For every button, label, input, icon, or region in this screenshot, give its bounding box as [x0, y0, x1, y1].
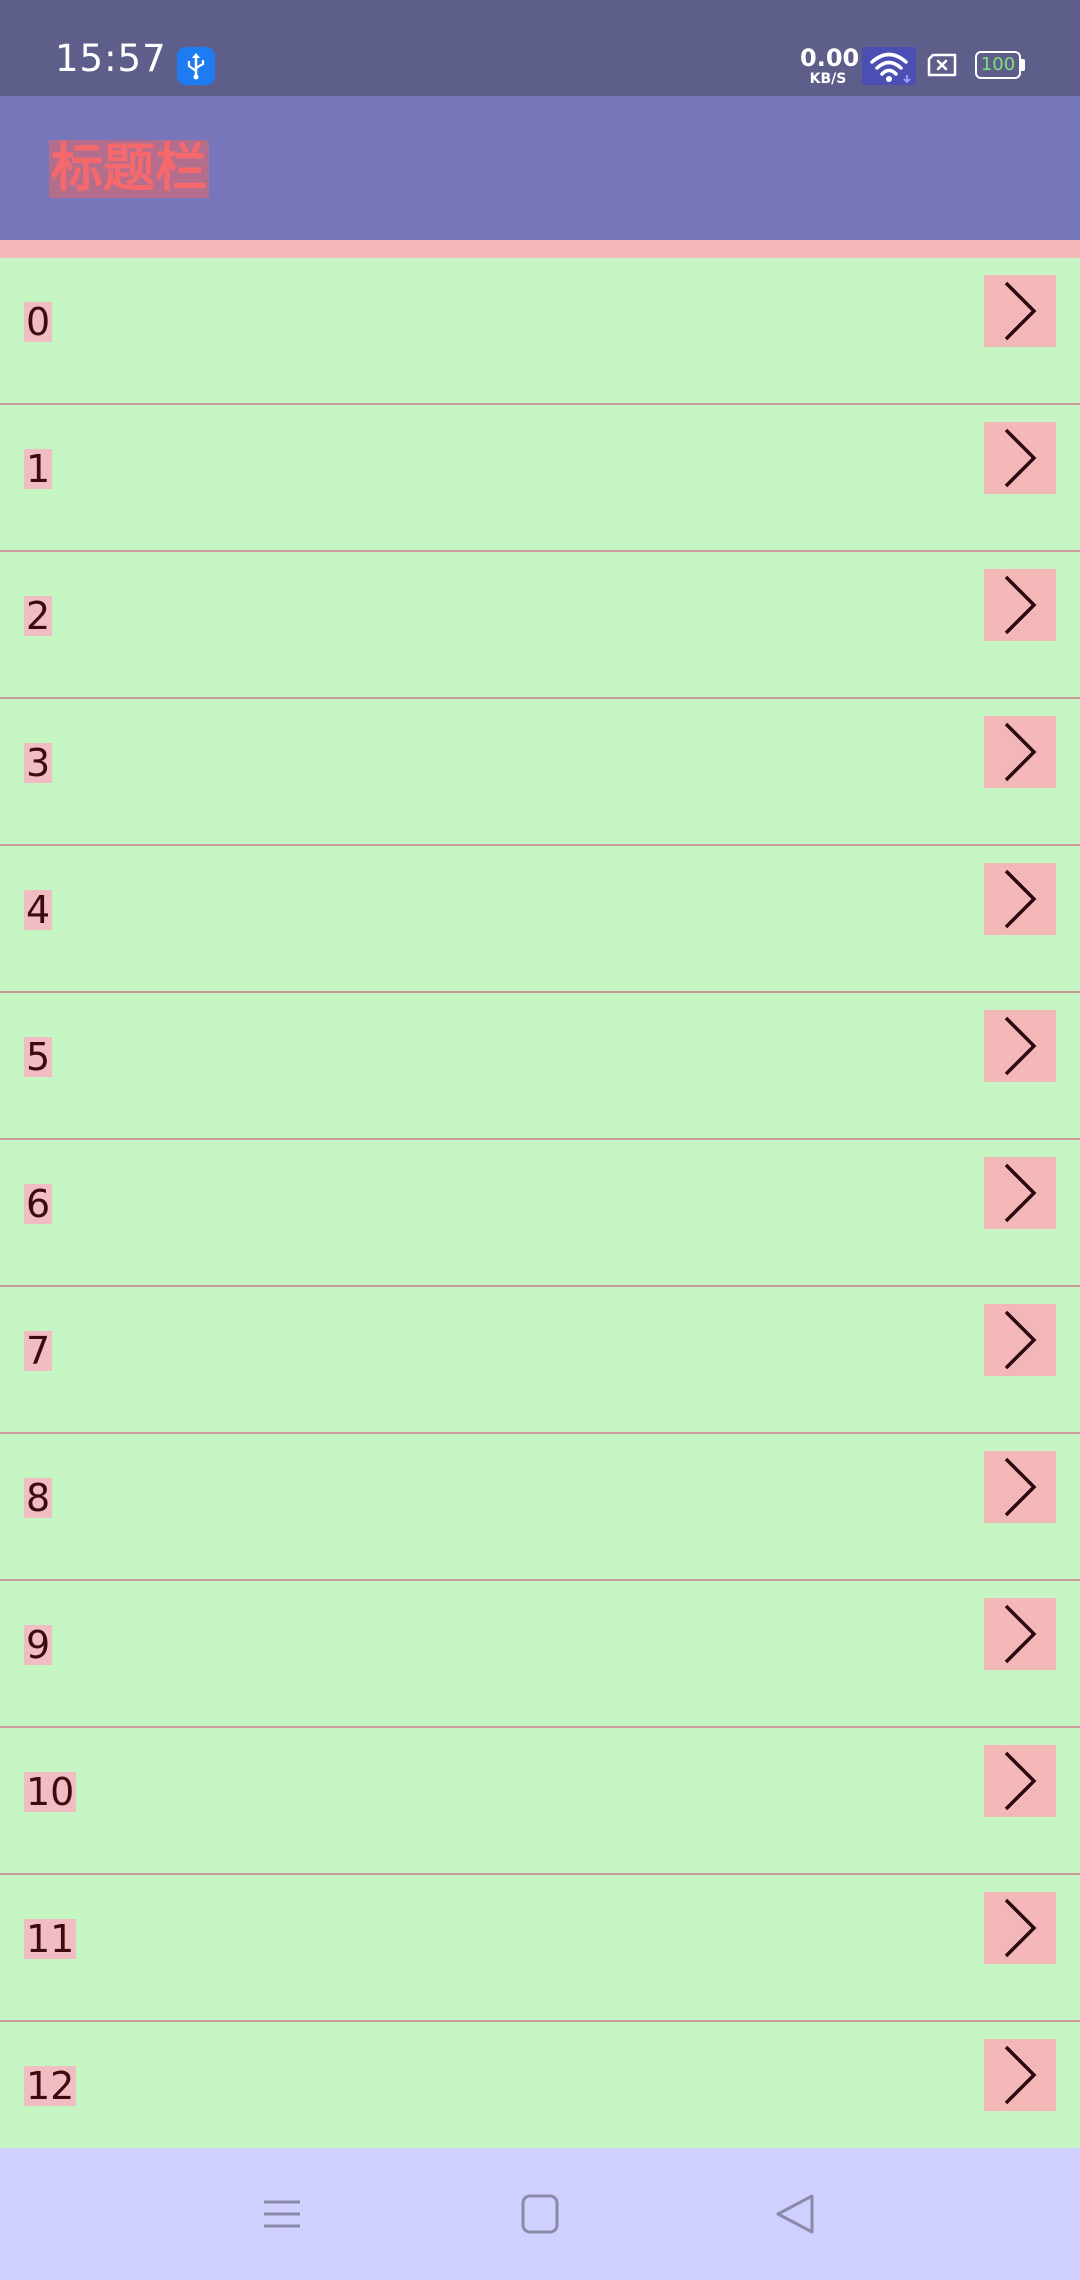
battery-tip — [1021, 59, 1025, 71]
chevron-right-button[interactable] — [984, 275, 1056, 347]
list-item[interactable]: 7 — [0, 1287, 1080, 1434]
usb-icon — [177, 47, 215, 85]
chevron-right-icon — [1004, 1457, 1037, 1517]
wifi-icon — [862, 47, 916, 85]
chevron-right-button[interactable] — [984, 716, 1056, 788]
list-item[interactable]: 9 — [0, 1581, 1080, 1728]
chevron-right-icon — [1004, 1310, 1037, 1370]
chevron-right-button[interactable] — [984, 569, 1056, 641]
battery-level: 100 — [980, 54, 1016, 75]
chevron-right-icon — [1004, 722, 1037, 782]
list-item[interactable]: 11 — [0, 1875, 1080, 2022]
list-item-label: 4 — [24, 888, 53, 932]
title-bar: 标题栏 — [0, 96, 1080, 240]
list-item[interactable]: 6 — [0, 1140, 1080, 1287]
chevron-right-button[interactable] — [984, 1451, 1056, 1523]
list-item[interactable]: 8 — [0, 1434, 1080, 1581]
list-item-label: 2 — [24, 594, 53, 638]
list-item-label: 7 — [24, 1329, 53, 1373]
list-item[interactable]: 0 — [0, 258, 1080, 405]
list-item-label: 1 — [24, 447, 53, 491]
list-item[interactable]: 3 — [0, 699, 1080, 846]
chevron-right-icon — [1004, 428, 1037, 488]
title-divider — [0, 240, 1080, 258]
chevron-right-button[interactable] — [984, 863, 1056, 935]
chevron-right-button[interactable] — [984, 422, 1056, 494]
chevron-right-icon — [1004, 1604, 1037, 1664]
chevron-right-button[interactable] — [984, 1157, 1056, 1229]
navigation-bar — [0, 2148, 1080, 2280]
network-speed: 0.00 KB/S — [800, 44, 860, 87]
back-icon[interactable] — [768, 2186, 824, 2242]
page-title: 标题栏 — [49, 139, 210, 199]
status-time: 15:57 — [55, 37, 167, 80]
list-item-label: 8 — [24, 1476, 53, 1520]
list-item-label: 9 — [24, 1623, 53, 1667]
chevron-right-icon — [1004, 1751, 1037, 1811]
home-icon[interactable] — [512, 2186, 568, 2242]
list-item-label: 3 — [24, 741, 53, 785]
list-item[interactable]: 2 — [0, 552, 1080, 699]
menu-icon[interactable] — [254, 2186, 310, 2242]
network-speed-unit: KB/S — [809, 71, 847, 87]
list-item-label: 0 — [24, 300, 53, 344]
chevron-right-icon — [1004, 869, 1037, 929]
sim-card-icon — [927, 53, 957, 77]
chevron-right-icon — [1004, 281, 1037, 341]
list-item[interactable]: 12 — [0, 2022, 1080, 2169]
list-item-label: 11 — [24, 1917, 77, 1961]
chevron-right-icon — [1004, 575, 1037, 635]
chevron-right-icon — [1004, 1016, 1037, 1076]
list-item[interactable]: 10 — [0, 1728, 1080, 1875]
list-item[interactable]: 5 — [0, 993, 1080, 1140]
status-bar: 15:57 0.00 KB/S 100 — [0, 0, 1080, 96]
chevron-right-button[interactable] — [984, 1892, 1056, 1964]
chevron-right-button[interactable] — [984, 1598, 1056, 1670]
chevron-right-icon — [1004, 1898, 1037, 1958]
chevron-right-button[interactable] — [984, 1304, 1056, 1376]
list-item-label: 5 — [24, 1035, 53, 1079]
chevron-right-button[interactable] — [984, 1745, 1056, 1817]
list-item-label: 10 — [24, 1770, 77, 1814]
chevron-right-icon — [1004, 1163, 1037, 1223]
list-item[interactable]: 1 — [0, 405, 1080, 552]
list-item-label: 6 — [24, 1182, 53, 1226]
chevron-right-icon — [1004, 2045, 1037, 2105]
list-item[interactable]: 4 — [0, 846, 1080, 993]
chevron-right-button[interactable] — [984, 1010, 1056, 1082]
list-item-label: 12 — [24, 2064, 77, 2108]
chevron-right-button[interactable] — [984, 2039, 1056, 2111]
battery-icon: 100 — [975, 51, 1025, 79]
item-list: 0 1 2 3 4 5 6 7 8 9 10 11 12 — [0, 258, 1080, 2169]
network-speed-value: 0.00 — [800, 44, 860, 72]
